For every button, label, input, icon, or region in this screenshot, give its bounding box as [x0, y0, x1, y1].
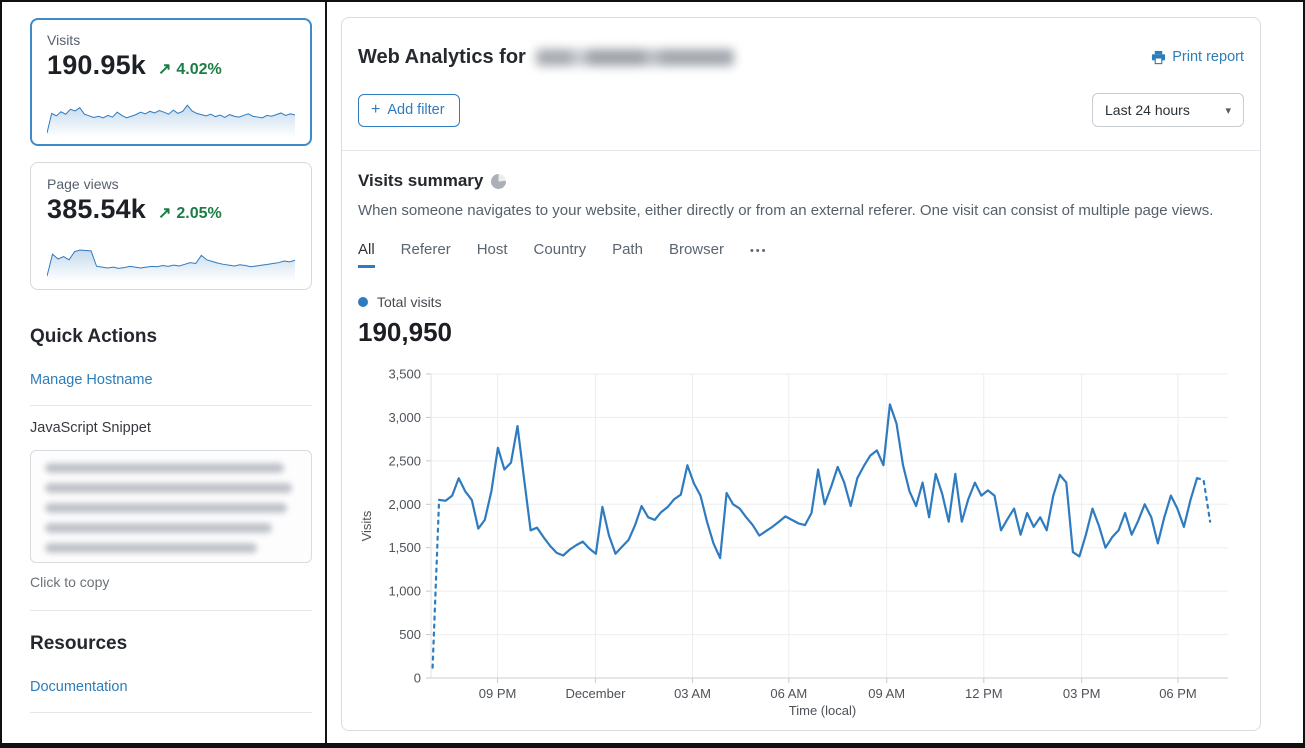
- svg-text:2,500: 2,500: [388, 453, 421, 468]
- app-window: Visits 190.95k ↗ 4.02% Page views 385.54…: [0, 0, 1305, 748]
- add-filter-button[interactable]: + Add filter: [358, 94, 460, 127]
- summary-tabs: All Referer Host Country Path Browser •••: [358, 241, 1244, 268]
- documentation-link[interactable]: Documentation: [30, 679, 128, 695]
- panel-body: Visits summary When someone navigates to…: [342, 151, 1260, 723]
- total-visits-legend[interactable]: Total visits: [358, 294, 1244, 310]
- pageviews-card-label: Page views: [47, 176, 295, 192]
- page-title-text: Web Analytics for: [358, 46, 526, 69]
- javascript-snippet-box[interactable]: [30, 450, 312, 563]
- time-range-value: Last 24 hours: [1105, 102, 1190, 118]
- quick-actions-heading: Quick Actions: [30, 326, 310, 348]
- tab-path[interactable]: Path: [612, 241, 643, 268]
- trend-up-arrow-icon: ↗: [158, 203, 171, 223]
- legend-dot-icon: [358, 297, 368, 307]
- svg-text:09 AM: 09 AM: [868, 686, 905, 701]
- redacted-code-line: [45, 543, 257, 553]
- tabs-more-button[interactable]: •••: [750, 245, 768, 264]
- svg-text:0: 0: [414, 671, 421, 686]
- redacted-code-line: [45, 503, 287, 513]
- svg-text:December: December: [565, 686, 626, 701]
- svg-text:03 PM: 03 PM: [1063, 686, 1101, 701]
- main-content: Web Analytics for Print report: [327, 2, 1303, 743]
- manage-hostname-link[interactable]: Manage Hostname: [30, 372, 153, 388]
- visits-card-value-row: 190.95k ↗ 4.02%: [47, 50, 295, 81]
- divider: [30, 610, 312, 611]
- trend-up-arrow-icon: ↗: [158, 59, 171, 79]
- visits-sparkline: [47, 89, 295, 137]
- chevron-down-icon: ▾: [1225, 104, 1231, 117]
- pie-chart-icon: [491, 174, 506, 189]
- svg-text:3,000: 3,000: [388, 410, 421, 425]
- printer-icon: [1151, 50, 1166, 65]
- svg-text:1,500: 1,500: [388, 540, 421, 555]
- visits-summary-title: Visits summary: [358, 171, 483, 191]
- visits-card-delta-value: 4.02%: [176, 61, 221, 79]
- svg-text:12 PM: 12 PM: [965, 686, 1003, 701]
- pageviews-card-value-row: 385.54k ↗ 2.05%: [47, 194, 295, 225]
- divider: [30, 405, 312, 406]
- visits-summary-description: When someone navigates to your website, …: [358, 202, 1244, 219]
- svg-text:Visits: Visits: [359, 510, 374, 541]
- tab-host[interactable]: Host: [477, 241, 508, 268]
- print-report-link[interactable]: Print report: [1151, 49, 1244, 65]
- redacted-code-line: [45, 483, 292, 493]
- pageviews-sparkline: [47, 233, 295, 281]
- svg-text:06 PM: 06 PM: [1159, 686, 1197, 701]
- svg-text:1,000: 1,000: [388, 584, 421, 599]
- divider: [30, 712, 312, 713]
- visits-card-label: Visits: [47, 32, 295, 48]
- total-visits-value: 190,950: [358, 317, 1244, 348]
- print-report-label: Print report: [1172, 49, 1244, 65]
- svg-text:3,500: 3,500: [388, 367, 421, 382]
- add-filter-label: Add filter: [387, 102, 444, 118]
- tab-browser[interactable]: Browser: [669, 241, 724, 268]
- redacted-code-line: [45, 523, 272, 533]
- tab-referer[interactable]: Referer: [401, 241, 451, 268]
- svg-text:2,000: 2,000: [388, 497, 421, 512]
- panel-header: Web Analytics for Print report: [342, 18, 1260, 151]
- pageviews-metric-card[interactable]: Page views 385.54k ↗ 2.05%: [30, 162, 312, 290]
- svg-text:Time (local): Time (local): [789, 703, 856, 718]
- visits-line-chart: 0 500 1,000 1,500 2,000 2,500 3,000 3,500 09 PM D…: [358, 362, 1244, 723]
- tab-country[interactable]: Country: [534, 241, 587, 268]
- svg-text:500: 500: [399, 627, 421, 642]
- analytics-panel: Web Analytics for Print report: [341, 17, 1261, 731]
- pageviews-card-delta-value: 2.05%: [176, 205, 221, 223]
- sidebar: Visits 190.95k ↗ 4.02% Page views 385.54…: [2, 2, 327, 743]
- svg-text:03 AM: 03 AM: [674, 686, 711, 701]
- javascript-snippet-label: JavaScript Snippet: [30, 420, 310, 436]
- visits-metric-card[interactable]: Visits 190.95k ↗ 4.02%: [30, 18, 312, 146]
- plus-icon: +: [371, 102, 380, 118]
- page-title: Web Analytics for: [358, 46, 734, 69]
- resources-heading: Resources: [30, 633, 310, 655]
- svg-text:06 AM: 06 AM: [770, 686, 807, 701]
- tab-all[interactable]: All: [358, 241, 375, 268]
- blurred-domain: [536, 49, 734, 66]
- svg-text:09 PM: 09 PM: [479, 686, 517, 701]
- pageviews-card-delta: ↗ 2.05%: [158, 203, 222, 223]
- visits-card-delta: ↗ 4.02%: [158, 59, 222, 79]
- visits-card-value: 190.95k: [47, 50, 146, 81]
- pageviews-card-value: 385.54k: [47, 194, 146, 225]
- click-to-copy-hint: Click to copy: [30, 574, 310, 590]
- legend-label: Total visits: [377, 294, 442, 310]
- time-range-select[interactable]: Last 24 hours ▾: [1092, 93, 1244, 127]
- redacted-code-line: [45, 463, 284, 473]
